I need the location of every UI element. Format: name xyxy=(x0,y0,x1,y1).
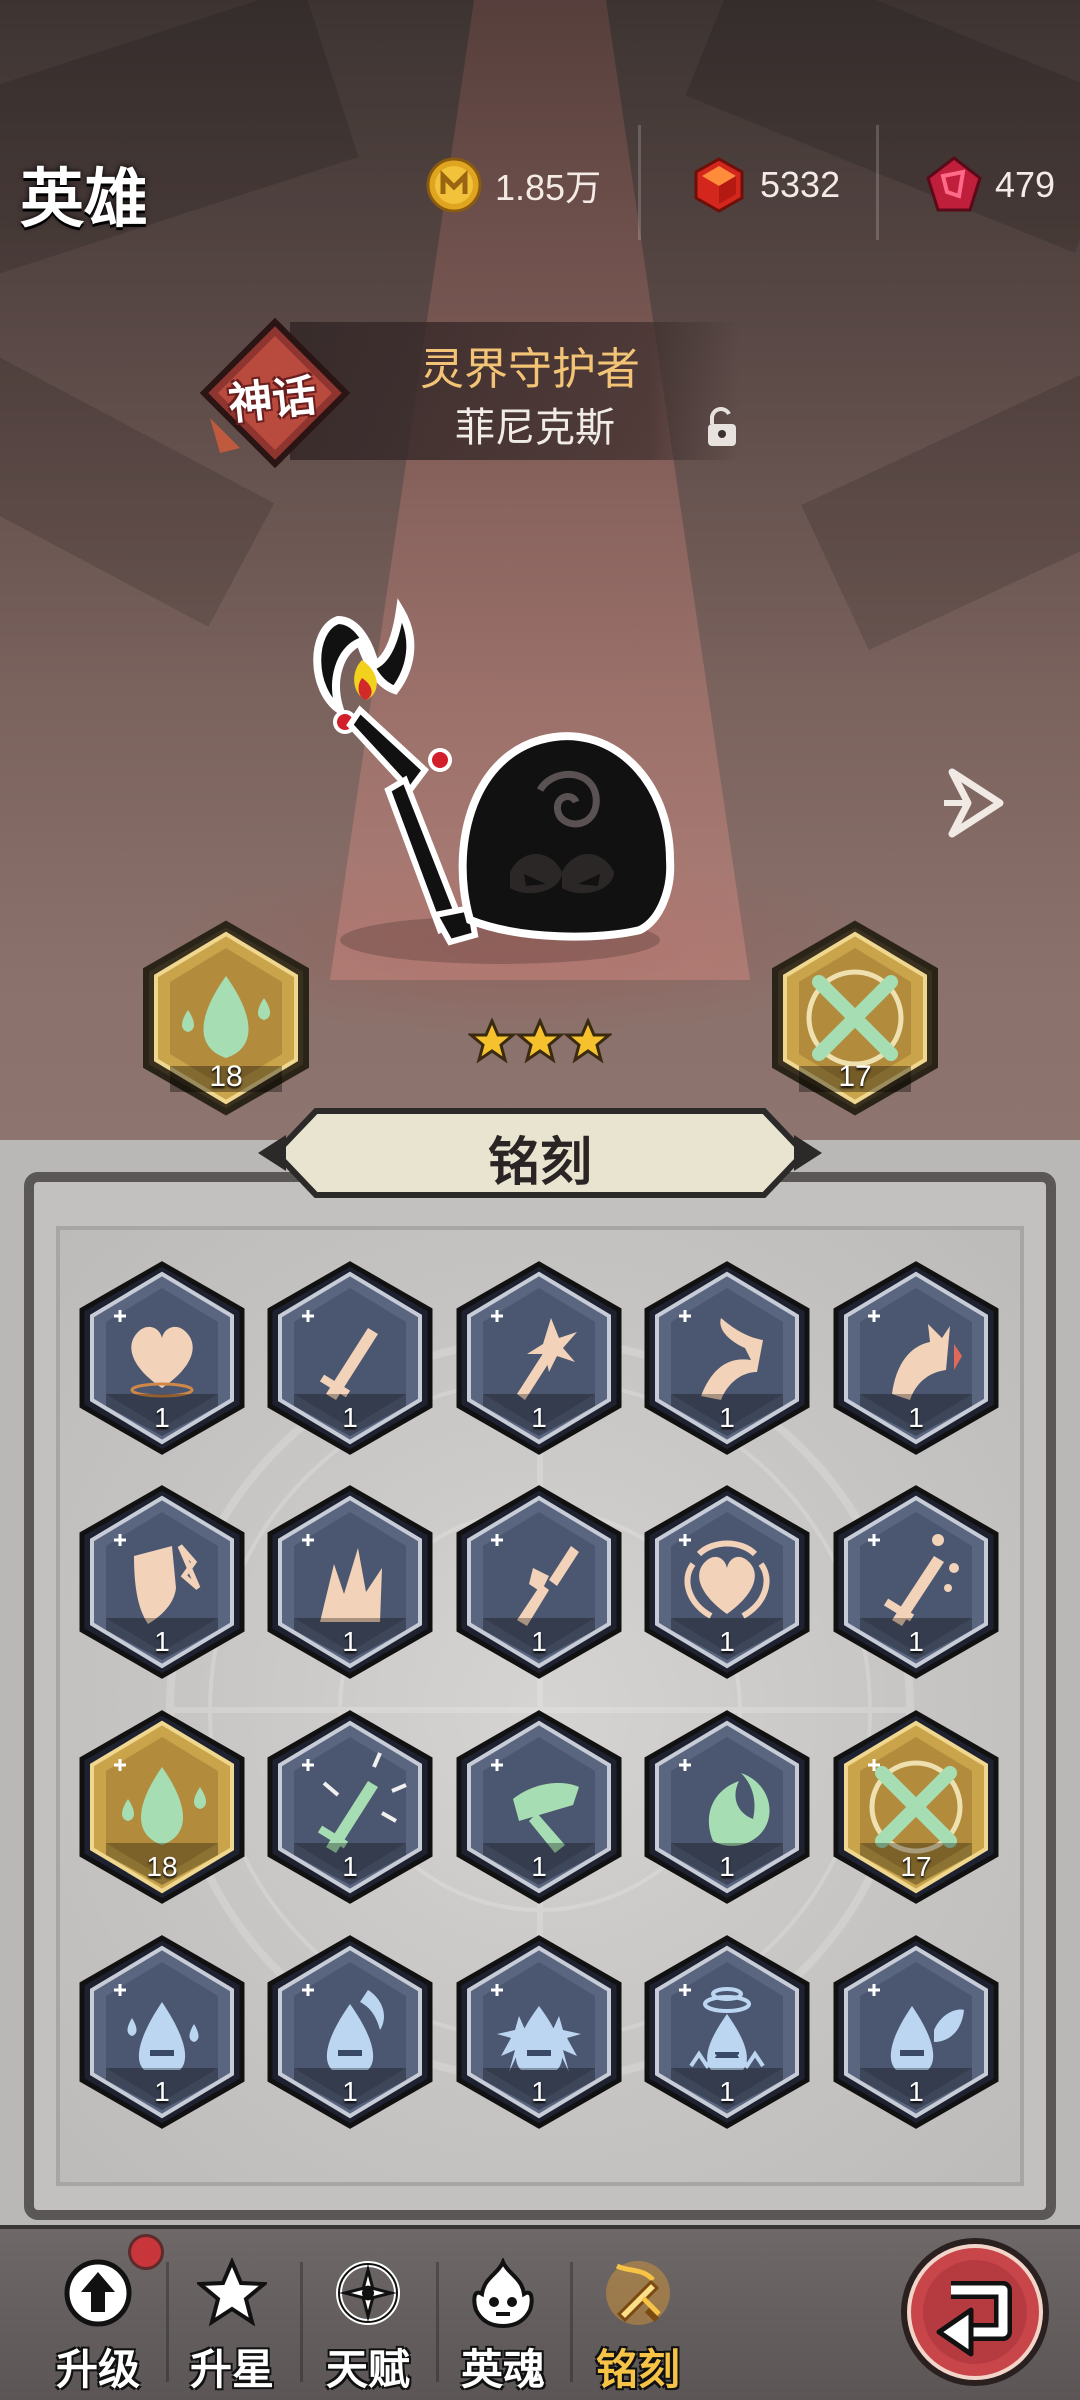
nav-label: 英魂 xyxy=(460,2345,545,2394)
nav-upgrade[interactable]: 升级 xyxy=(38,2258,158,2394)
equip-level: 17 xyxy=(838,1060,872,1093)
rune-level: 17 xyxy=(900,1851,932,1882)
hero-name: 菲尼克斯 xyxy=(455,405,615,451)
equipped-rune-right[interactable]: 17 xyxy=(765,918,945,1118)
star-icon xyxy=(197,2258,267,2327)
crimson-rune-icon xyxy=(926,156,982,212)
unlock-icon[interactable] xyxy=(700,404,746,450)
rune-level: 1 xyxy=(531,2076,547,2107)
rune-slot[interactable]: 1 xyxy=(264,1709,436,1905)
rune-level: 18 xyxy=(146,1851,178,1882)
hero-star-rating xyxy=(468,1018,612,1064)
hero-character-image xyxy=(313,598,675,964)
rune-slot[interactable]: 1 xyxy=(641,1934,813,2130)
nav-separator xyxy=(570,2262,573,2382)
rune-slot[interactable]: 1 xyxy=(264,1484,436,1680)
currency-divider xyxy=(638,125,641,240)
back-button[interactable] xyxy=(895,2232,1055,2392)
rune-level: 1 xyxy=(531,1402,547,1433)
red-gem-amount: 5332 xyxy=(760,164,841,205)
rune-slot[interactable]: 1 xyxy=(453,1484,625,1680)
rune-level: 1 xyxy=(908,2076,924,2107)
star-icon xyxy=(468,1018,518,1064)
rune-level: 1 xyxy=(154,1402,170,1433)
soul-flame-icon xyxy=(472,2258,534,2328)
nav-inscription[interactable]: 铭刻 xyxy=(578,2258,698,2394)
rune-level: 1 xyxy=(342,1402,358,1433)
gold-amount: 1.85万 xyxy=(495,167,602,208)
nav-hero-soul[interactable]: 英魂 xyxy=(443,2258,563,2394)
rune-level: 1 xyxy=(531,1626,547,1657)
rune-slot[interactable]: 1 xyxy=(641,1260,813,1456)
rune-slot[interactable]: 1 xyxy=(453,1260,625,1456)
currency-divider xyxy=(876,125,879,240)
rune-slot[interactable]: 1 xyxy=(76,1484,248,1680)
rune-slot[interactable]: 1 xyxy=(76,1934,248,2130)
star-icon xyxy=(514,1018,566,1064)
rune-slot[interactable]: 18 xyxy=(76,1709,248,1905)
rarity-label: 神话 xyxy=(226,370,319,431)
star-icon xyxy=(562,1018,612,1064)
rune-slot[interactable]: 1 xyxy=(641,1709,813,1905)
nav-separator xyxy=(300,2262,303,2382)
rune-level: 1 xyxy=(342,1851,358,1882)
rune-slot[interactable]: 1 xyxy=(453,1709,625,1905)
rune-level: 1 xyxy=(908,1626,924,1657)
gold-coin-icon xyxy=(426,157,482,213)
rune-level: 1 xyxy=(342,2076,358,2107)
upgrade-arrow-icon xyxy=(64,2259,132,2327)
rune-slot[interactable]: 1 xyxy=(76,1260,248,1456)
rune-slot[interactable]: 1 xyxy=(830,1484,1002,1680)
rune-level: 1 xyxy=(154,2076,170,2107)
rune-slot[interactable]: 1 xyxy=(830,1260,1002,1456)
red-gem-icon xyxy=(694,157,744,213)
equipped-rune-left[interactable]: 18 xyxy=(136,918,316,1118)
nav-separator xyxy=(436,2262,439,2382)
nav-label: 天赋 xyxy=(325,2345,410,2394)
notification-dot xyxy=(128,2234,164,2270)
currency-crimson-rune[interactable]: 479 xyxy=(925,155,1055,215)
rune-level: 1 xyxy=(719,1851,735,1882)
inscription-sword-icon xyxy=(606,2261,670,2325)
rune-slot[interactable]: 1 xyxy=(264,1934,436,2130)
rune-level: 1 xyxy=(342,1626,358,1657)
nav-label: 铭刻 xyxy=(595,2345,680,2394)
rune-slot[interactable]: 1 xyxy=(641,1484,813,1680)
rune-level: 1 xyxy=(531,1851,547,1882)
nav-star-up[interactable]: 升星 xyxy=(172,2258,292,2394)
nav-label: 升级 xyxy=(55,2345,140,2394)
next-hero-arrow-icon[interactable] xyxy=(940,762,1010,844)
tab-title: 铭刻 xyxy=(487,1133,592,1193)
rune-slot[interactable]: 1 xyxy=(830,1934,1002,2130)
currency-red-gem[interactable]: 5332 xyxy=(690,155,840,215)
nav-separator xyxy=(166,2262,169,2382)
rune-level: 1 xyxy=(719,1402,735,1433)
hero-title: 灵界守护者 xyxy=(420,344,640,395)
rune-level: 1 xyxy=(719,1626,735,1657)
rune-slot[interactable]: 1 xyxy=(453,1934,625,2130)
rune-slot[interactable]: 17 xyxy=(830,1709,1002,1905)
page-title: 英雄 xyxy=(20,163,148,237)
talent-compass-icon xyxy=(336,2261,400,2325)
rune-slot[interactable]: 1 xyxy=(264,1260,436,1456)
nav-talent[interactable]: 天赋 xyxy=(308,2258,428,2394)
equip-level: 18 xyxy=(209,1060,243,1093)
rune-level: 1 xyxy=(908,1402,924,1433)
crimson-rune-amount: 479 xyxy=(995,164,1056,205)
nav-label: 升星 xyxy=(189,2345,274,2394)
rune-level: 1 xyxy=(154,1626,170,1657)
currency-gold[interactable]: 1.85万 xyxy=(425,155,601,215)
rune-level: 1 xyxy=(719,2076,735,2107)
